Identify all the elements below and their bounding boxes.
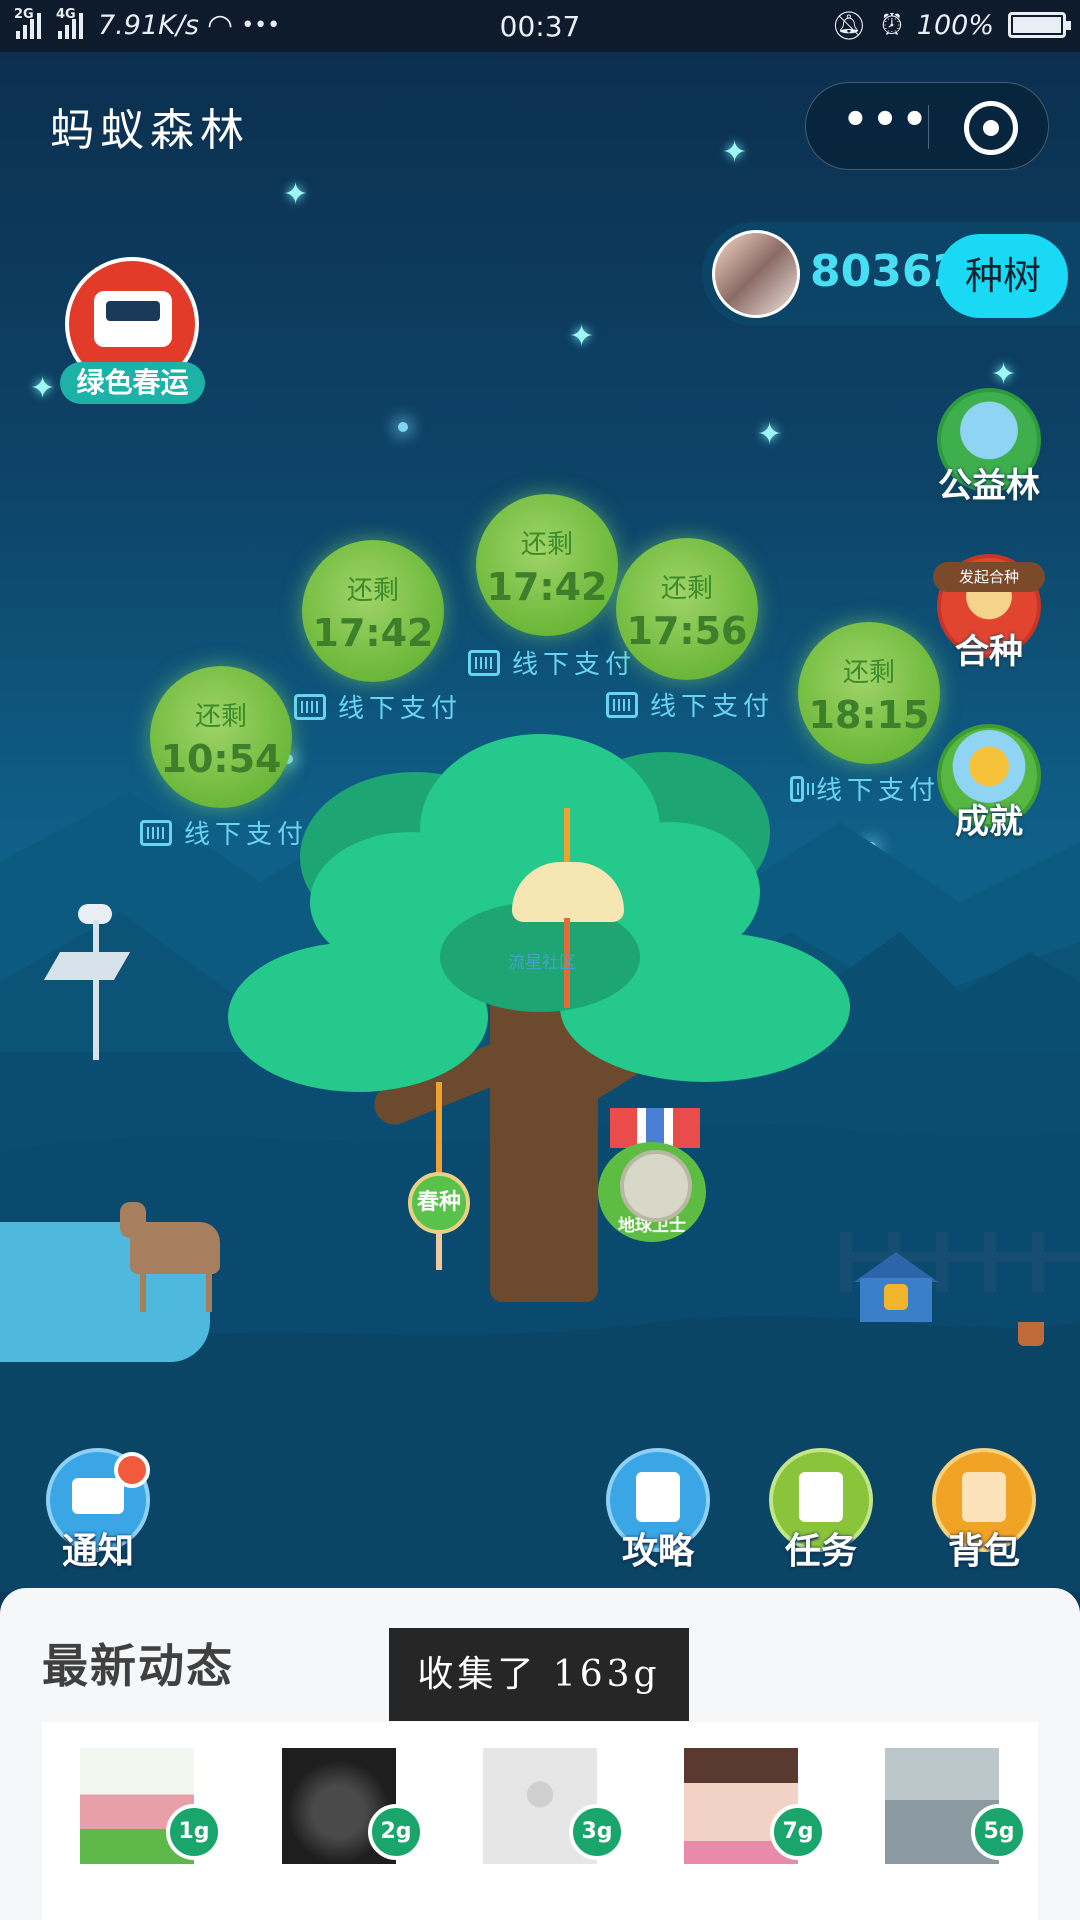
green-travel-badge[interactable]: 绿色春运 — [60, 257, 205, 404]
energy-source: 线下支付 — [140, 814, 308, 851]
side-button-label: 公益林 — [938, 466, 1040, 506]
energy-amount-badge: 2g — [368, 1804, 424, 1860]
battery-icon — [1008, 12, 1071, 38]
lamp-pole — [93, 920, 99, 1060]
friend-item[interactable]: 3g — [483, 1748, 625, 1864]
side-button-achievements[interactable]: 成就 — [933, 724, 1045, 842]
energy-ball-time: 10:54 — [160, 737, 282, 781]
earth-guardian-medal[interactable]: 地球卫士 — [598, 1142, 706, 1242]
battery-percent: 100% — [916, 9, 994, 41]
card-icon — [294, 693, 326, 720]
friend-list: 1g 2g 3g 7g 5g — [42, 1722, 1038, 1920]
bus-window — [106, 301, 160, 321]
backpack-button[interactable]: 背包 — [928, 1448, 1040, 1572]
energy-ball[interactable]: 还剩 18:15 — [798, 622, 940, 764]
glow-dot — [398, 422, 408, 432]
card-icon — [790, 775, 815, 802]
energy-source: 线下支付 — [606, 686, 774, 723]
energy-ball-time: 17:42 — [312, 611, 434, 655]
locked-house[interactable] — [854, 1252, 938, 1322]
star-icon: ✦ — [569, 319, 595, 354]
star-icon: ✦ — [30, 371, 56, 406]
spring-planting-ornament[interactable]: 春种 — [408, 1172, 470, 1234]
energy-amount-badge: 7g — [770, 1804, 826, 1860]
star-icon: ✦ — [722, 135, 748, 170]
friend-item[interactable]: 5g — [885, 1748, 1027, 1864]
tassel — [564, 808, 570, 864]
friend-item[interactable]: 1g — [80, 1748, 222, 1864]
energy-ball-time: 17:42 — [486, 565, 608, 609]
side-button-co-plant[interactable]: 发起合种 合种 — [933, 554, 1045, 672]
star-icon: ✦ — [283, 177, 309, 212]
energy-ball[interactable]: 还剩 17:42 — [476, 494, 618, 636]
capsule-divider — [928, 105, 929, 149]
close-button[interactable] — [964, 101, 1018, 155]
tasks-button[interactable]: 任务 — [765, 1448, 877, 1572]
star-icon: ✦ — [991, 357, 1017, 392]
lock-icon — [884, 1284, 908, 1310]
backpack-body-icon — [962, 1472, 1006, 1522]
bottom-button-label: 通知 — [61, 1531, 134, 1572]
bottom-button-label: 任务 — [784, 1531, 857, 1572]
notification-dot — [114, 1452, 150, 1488]
co-plant-tag: 发起合种 — [933, 562, 1045, 592]
card-icon — [468, 649, 500, 676]
guide-button[interactable]: 攻略 — [602, 1448, 714, 1572]
more-button[interactable]: ••• — [842, 100, 932, 149]
energy-ball-prefix: 还剩 — [660, 574, 713, 604]
watermark: 流星社区 — [508, 953, 576, 973]
deer-head — [120, 1202, 146, 1238]
side-button-public-forest[interactable]: 公益林 — [933, 388, 1045, 506]
energy-source: 线下支付 — [294, 688, 462, 725]
energy-ball-prefix: 还剩 — [842, 658, 895, 688]
plant-tree-button[interactable]: 种树 — [938, 234, 1068, 318]
energy-ball[interactable]: 还剩 10:54 — [150, 666, 292, 808]
energy-ball[interactable]: 还剩 17:56 — [616, 538, 758, 680]
feed-title: 最新动态 — [42, 1639, 234, 1693]
clipboard-sheet-icon — [799, 1472, 843, 1522]
book-page-icon — [636, 1472, 680, 1522]
green-travel-label: 绿色春运 — [60, 362, 205, 404]
alarm-icon: ⏰︎ — [880, 8, 903, 41]
energy-source-label: 线下支付 — [338, 694, 463, 724]
feed-panel: 最新动态 收集了 163g 1g 2g 3g 7g 5g — [0, 1588, 1080, 1920]
page-title: 蚂蚁森林 — [50, 105, 250, 156]
energy-ball-prefix: 还剩 — [520, 530, 573, 560]
energy-source-label: 线下支付 — [650, 692, 775, 722]
friend-item[interactable]: 2g — [282, 1748, 424, 1864]
toast-message: 收集了 163g — [389, 1628, 689, 1721]
bottom-button-label: 攻略 — [621, 1531, 694, 1572]
energy-source: 线下支付 — [790, 770, 940, 807]
energy-ball-prefix: 还剩 — [346, 576, 399, 606]
energy-ball-time: 18:15 — [808, 693, 930, 737]
energy-source-label: 线下支付 — [184, 820, 309, 850]
energy-amount-badge: 3g — [569, 1804, 625, 1860]
status-bar: 2G 4G 7.91K/s ◠ ••• 00:37 🔕︎ ⏰︎ 100% — [0, 0, 1080, 52]
flower-pot — [1018, 1322, 1044, 1346]
star-icon: ✦ — [757, 417, 783, 452]
user-avatar[interactable] — [712, 230, 800, 318]
friend-item[interactable]: 7g — [684, 1748, 826, 1864]
energy-source-label: 线下支付 — [815, 776, 940, 806]
tassel — [436, 1082, 442, 1174]
energy-source: 线下支付 — [468, 644, 636, 681]
miniapp-capsule: ••• — [805, 82, 1049, 170]
bottom-button-label: 背包 — [947, 1531, 1020, 1572]
card-icon — [140, 819, 172, 846]
forest-scene: ✦ ✦ ✦ ✦ ✦ ✦ 蚂蚁森林 ••• 80362g 种树 绿色春运 公益林 — [0, 52, 1080, 1592]
mute-icon: 🔕︎ — [831, 8, 867, 42]
energy-ball-time: 17:56 — [626, 609, 748, 653]
energy-amount-badge: 1g — [166, 1804, 222, 1860]
energy-ball[interactable]: 还剩 17:42 — [302, 540, 444, 682]
tassel — [436, 1232, 442, 1270]
energy-amount-badge: 5g — [971, 1804, 1027, 1860]
envelope-icon — [72, 1478, 124, 1514]
card-icon — [606, 691, 638, 718]
energy-ball-prefix: 还剩 — [194, 702, 247, 732]
